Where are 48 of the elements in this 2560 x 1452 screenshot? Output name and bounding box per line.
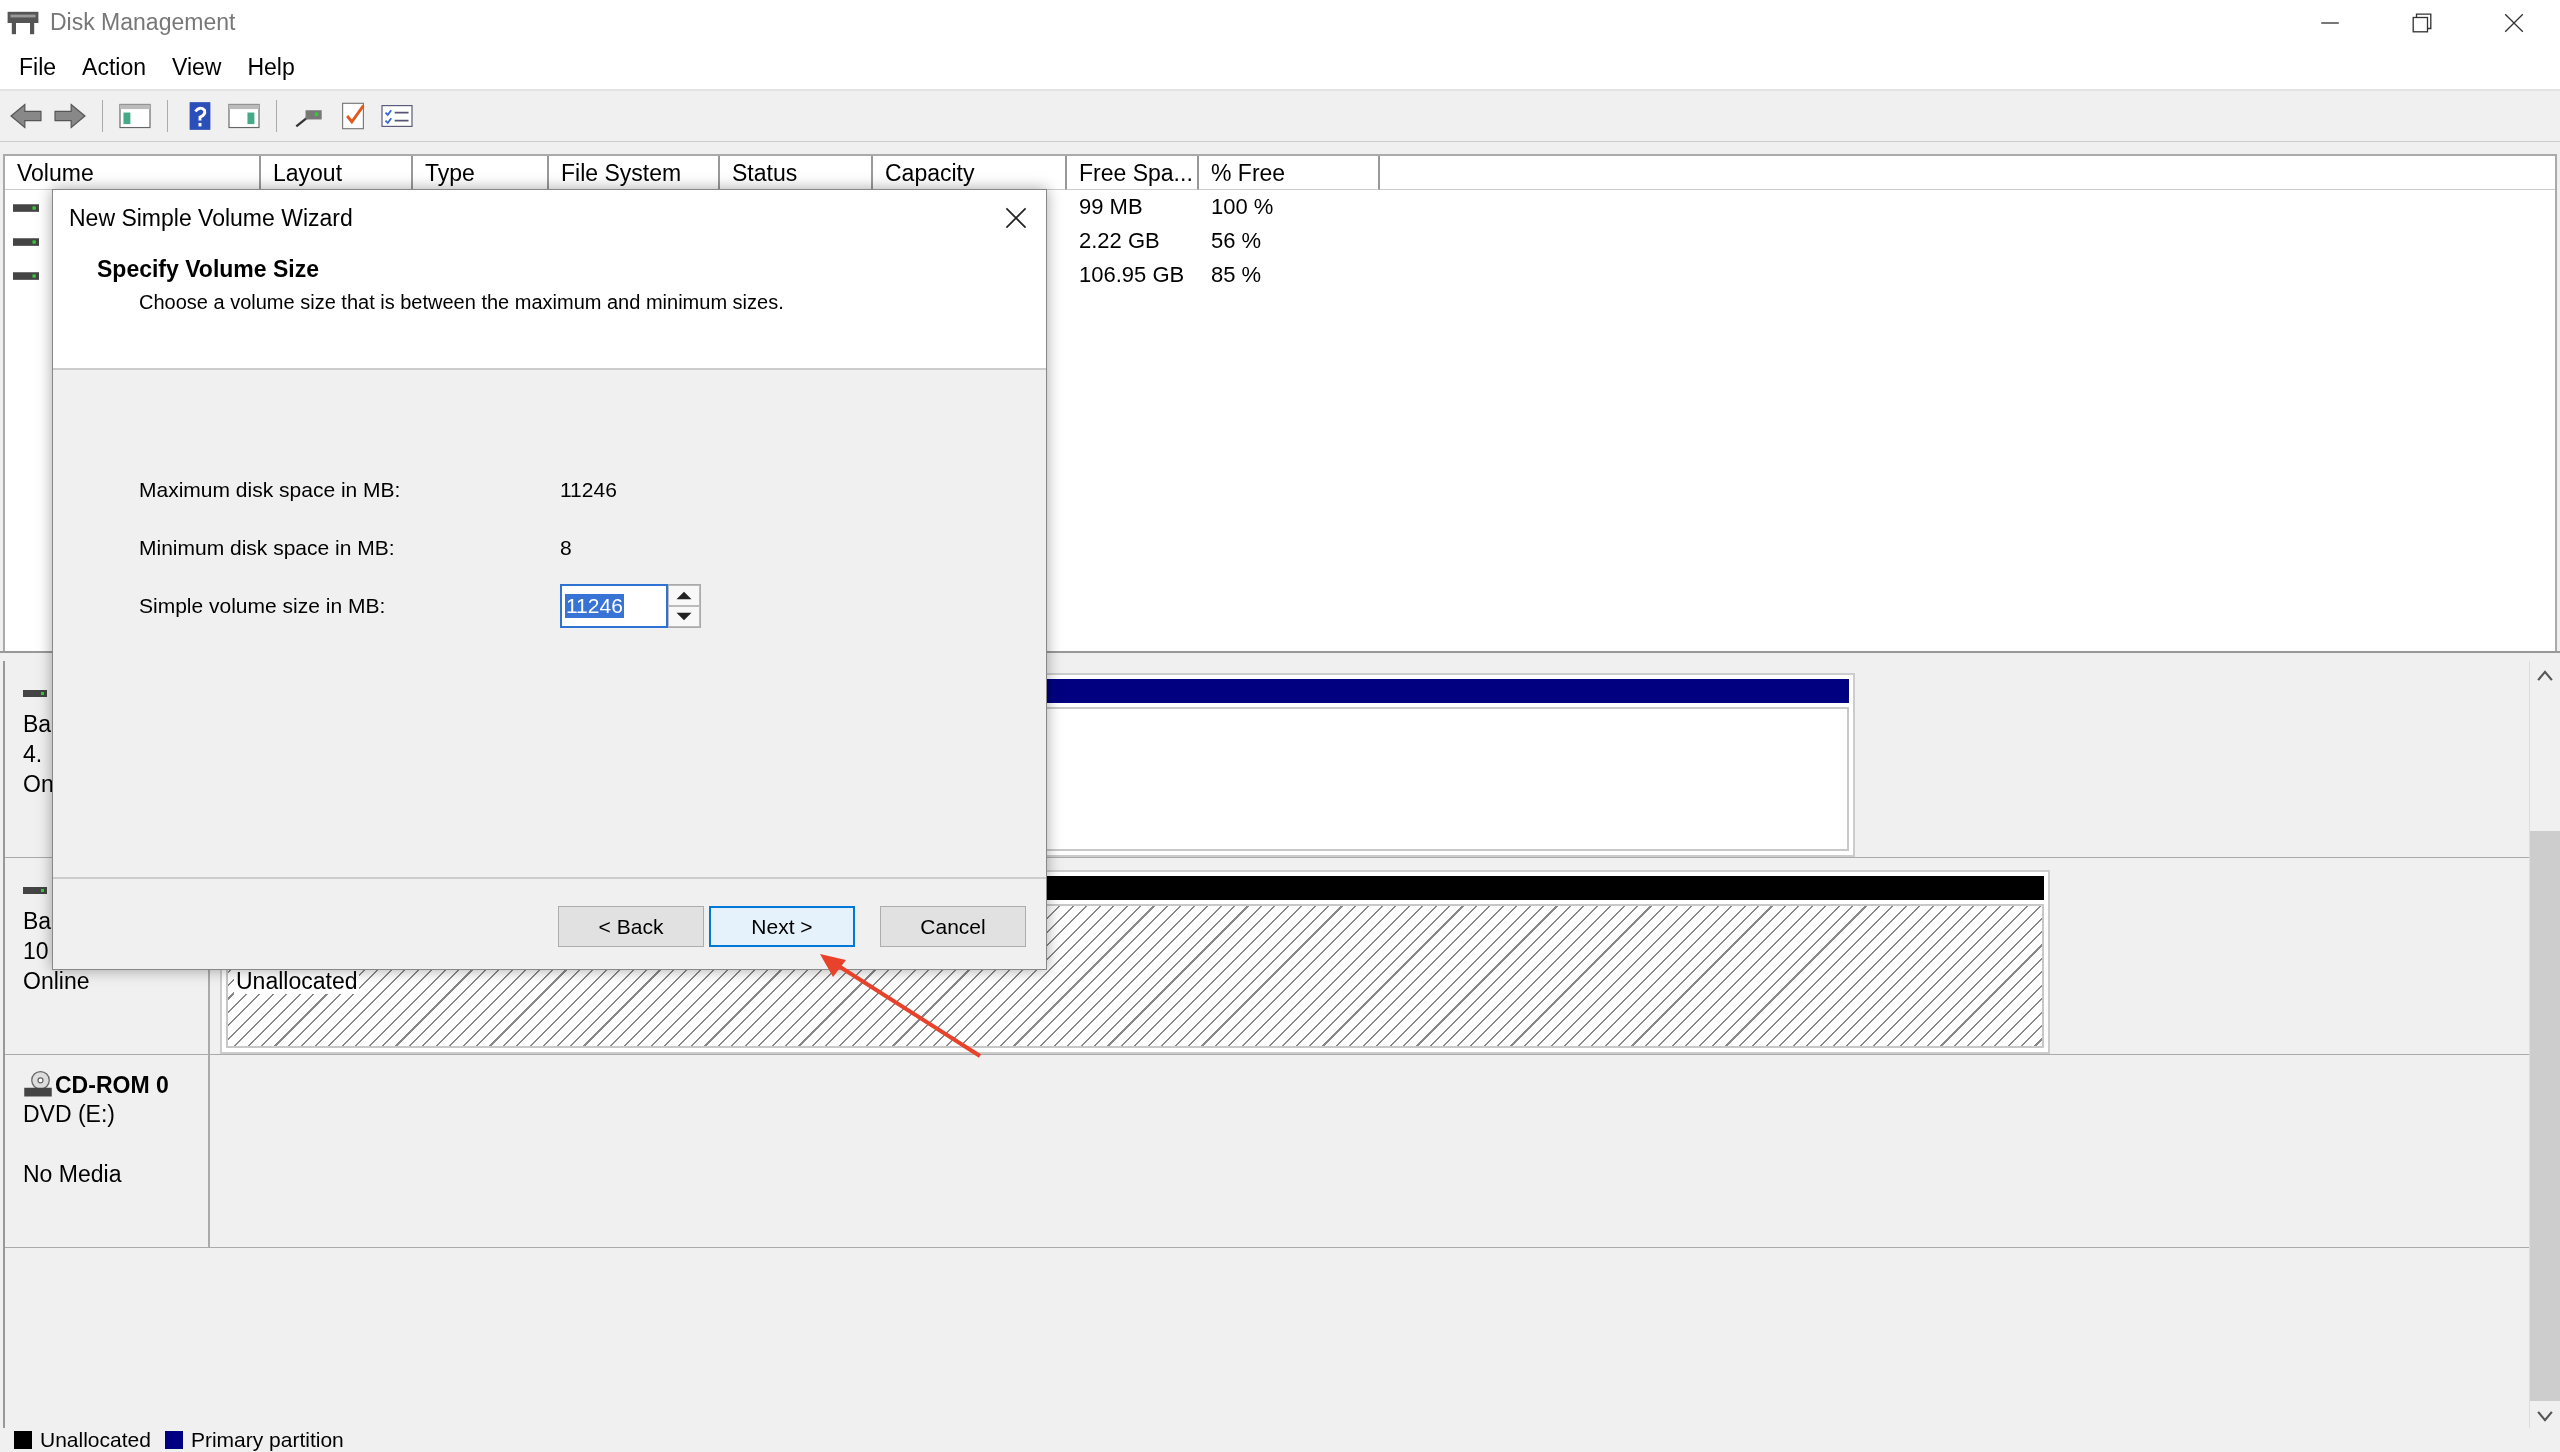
menu-item[interactable]: File bbox=[8, 53, 72, 81]
spin-up-icon[interactable] bbox=[668, 585, 700, 606]
wizard-button[interactable]: < Back bbox=[558, 906, 704, 947]
table-cell: 56 % bbox=[1211, 228, 1262, 253]
disk-info-text: Ba bbox=[23, 710, 53, 739]
disk-status: No Media bbox=[23, 1160, 123, 1189]
disk-name: CD-ROM 0 bbox=[55, 1072, 169, 1099]
legend-label: Primary partition bbox=[190, 1428, 344, 1452]
table-cell: 2.22 GB bbox=[1079, 228, 1160, 253]
wizard-button[interactable]: Next > bbox=[709, 906, 855, 947]
window-title: Disk Management bbox=[50, 9, 236, 36]
dialog-title: New Simple Volume Wizard bbox=[69, 204, 354, 232]
size-input-field[interactable]: 11246 bbox=[560, 584, 668, 628]
disk-info-text: 10 bbox=[23, 937, 50, 966]
close-icon[interactable] bbox=[1004, 206, 1028, 230]
close-icon[interactable] bbox=[2503, 11, 2525, 34]
wizard-subtitle: Choose a volume size that is between the maximum and minimum sizes. bbox=[139, 291, 785, 314]
scrollbar-thumb[interactable] bbox=[2530, 831, 2560, 1401]
column-header[interactable]: % Free bbox=[1199, 156, 1380, 190]
menu-item[interactable]: View bbox=[161, 53, 237, 81]
disk-info-text: 4. bbox=[23, 740, 44, 769]
spin-down-icon[interactable] bbox=[668, 606, 700, 627]
forward-arrow-icon[interactable] bbox=[52, 101, 88, 131]
disk-info-text: Ba bbox=[23, 907, 53, 936]
table-cell: 85 % bbox=[1211, 262, 1262, 287]
table-cell: 100 % bbox=[1211, 194, 1274, 219]
cd-drive-icon bbox=[23, 1069, 53, 1099]
field-label: Minimum disk space in MB: bbox=[139, 536, 396, 560]
field-label: Maximum disk space in MB: bbox=[139, 478, 402, 502]
field-value: 8 bbox=[560, 536, 572, 560]
disk-info-text: DVD (E:) bbox=[23, 1100, 116, 1129]
menu-item[interactable]: Action bbox=[71, 53, 161, 81]
table-cell: 99 MB bbox=[1079, 194, 1143, 219]
console-tree-icon[interactable] bbox=[117, 101, 153, 131]
menu-item[interactable]: Help bbox=[236, 53, 310, 81]
field-label: Simple volume size in MB: bbox=[139, 594, 387, 618]
table-cell: 106.95 GB bbox=[1079, 262, 1185, 287]
partition-label: Unallocated bbox=[234, 968, 360, 994]
legend-label: Unallocated bbox=[40, 1428, 151, 1452]
disk-info-text: On bbox=[23, 770, 55, 799]
field-value: 11246 bbox=[560, 478, 617, 502]
back-arrow-icon[interactable] bbox=[8, 101, 44, 131]
restore-icon[interactable] bbox=[2411, 11, 2433, 34]
disk-info-text: Online bbox=[23, 967, 91, 996]
action-pane-icon[interactable] bbox=[226, 101, 262, 131]
column-header[interactable]: Free Spa... bbox=[1067, 156, 1199, 190]
wizard-button[interactable]: Cancel bbox=[880, 906, 1026, 947]
wizard-heading: Specify Volume Size bbox=[97, 256, 320, 283]
